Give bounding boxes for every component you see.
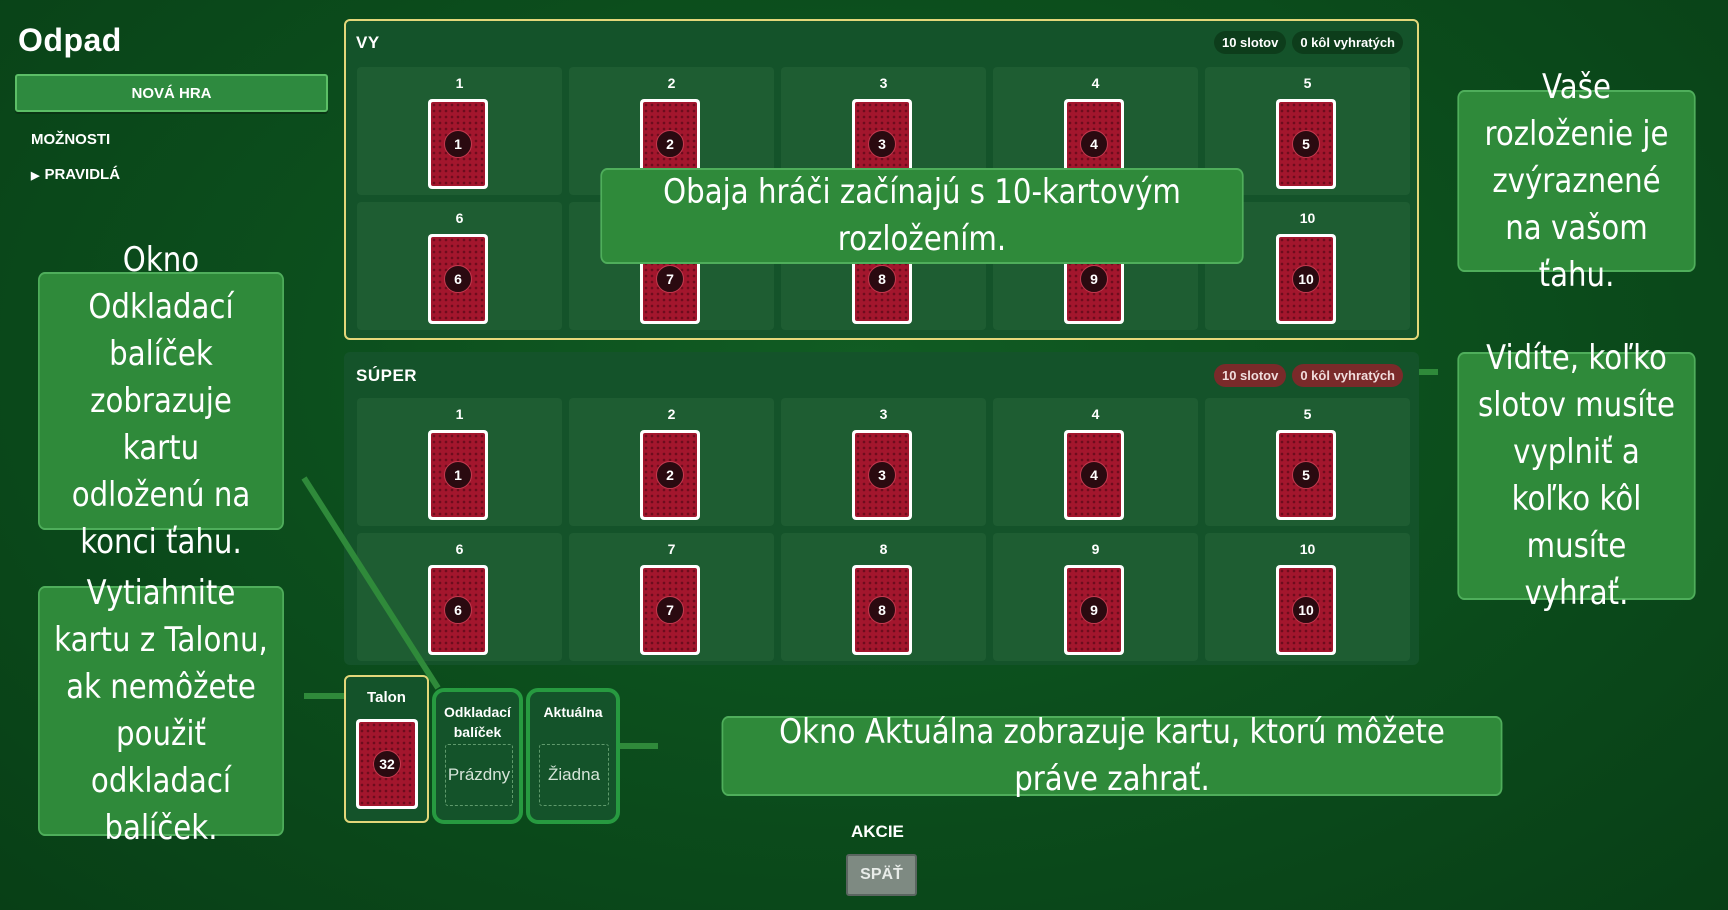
game-screen: Odpad NOVÁ HRA MOŽNOSTI ▶ PRAVIDLÁ VY 10 … bbox=[0, 0, 1728, 910]
tutorial-callout-discard: Okno Odkladací balíček zobrazuje kartu o… bbox=[38, 240, 284, 562]
tutorial-callout-current: Okno Aktuálna zobrazuje kartu, ktorú môž… bbox=[721, 712, 1503, 799]
tutorial-callout-layout: Obaja hráči začínajú s 10-kartovým rozlo… bbox=[600, 168, 1244, 264]
tutorial-callout-highlight: Vaše rozloženie je zvýraznené na vašom ť… bbox=[1457, 67, 1696, 295]
tutorial-callout-talon: Vytiahnite kartu z Talonu, ak nemôžete p… bbox=[38, 573, 284, 848]
tutorial-callout-slots-rounds: Vidíte, koľko slotov musíte vyplniť a ko… bbox=[1457, 338, 1696, 613]
